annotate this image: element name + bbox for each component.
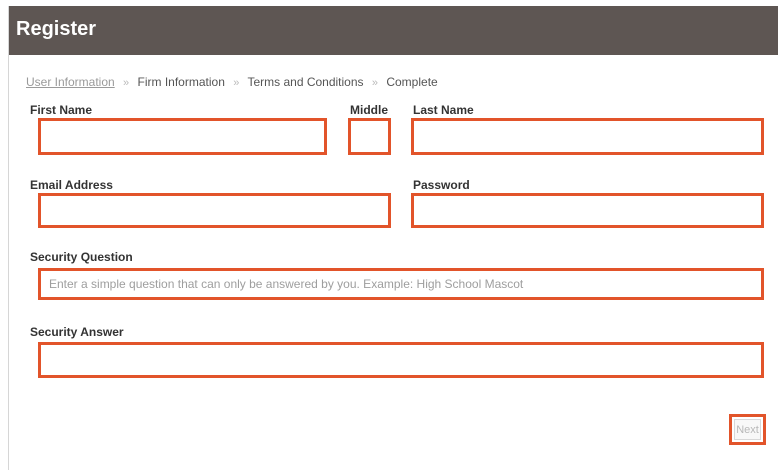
breadcrumb-step-user-information[interactable]: User Information [26,75,115,89]
email-address-field[interactable] [38,193,391,228]
page-title: Register [16,18,97,40]
first-name-field[interactable] [38,118,327,155]
breadcrumb-separator: » [123,77,130,89]
breadcrumb-step-complete: Complete [386,75,438,89]
security-answer-label: Security Answer [30,325,124,339]
first-name-label: First Name [30,103,93,117]
breadcrumb-step-terms-and-conditions: Terms and Conditions [247,75,364,89]
security-answer-field[interactable] [38,342,764,378]
middle-name-field[interactable] [348,118,391,155]
header-bar: Register [9,6,778,55]
breadcrumb-separator: » [371,77,378,89]
email-address-label: Email Address [30,178,113,192]
password-field[interactable] [411,193,764,228]
security-question-label: Security Question [30,250,133,264]
last-name-label: Last Name [413,103,474,117]
breadcrumb: User Information » Firm Information » Te… [26,75,438,89]
breadcrumb-step-firm-information: Firm Information [137,75,225,89]
next-button[interactable]: Next [734,419,761,440]
middle-name-label: Middle [350,103,388,117]
register-panel: Register User Information » Firm Informa… [8,6,778,470]
next-button-highlight: Next [729,414,766,445]
password-label: Password [413,178,470,192]
security-question-field[interactable] [38,268,764,300]
breadcrumb-separator: » [233,77,240,89]
last-name-field[interactable] [411,118,764,155]
